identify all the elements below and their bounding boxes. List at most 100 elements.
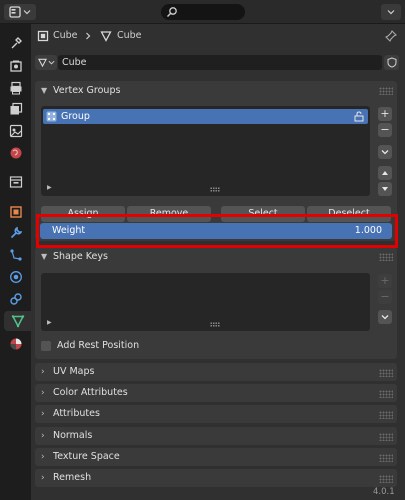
properties-tab-strip <box>0 24 31 500</box>
version-label: 4.0.1 <box>373 487 395 497</box>
move-down-button[interactable] <box>378 182 392 196</box>
chevron-right-icon: › <box>41 388 45 398</box>
tab-physics[interactable] <box>6 267 26 287</box>
chevron-down-icon <box>381 315 389 320</box>
highlight-box <box>36 214 398 248</box>
shape-key-specials-button[interactable] <box>378 310 392 324</box>
physics-icon <box>10 271 22 283</box>
vertex-group-icon <box>46 111 57 122</box>
add-rest-position-checkbox[interactable] <box>41 341 51 351</box>
resize-handle-icon[interactable] <box>210 187 220 192</box>
texture-space-title: Texture Space <box>53 451 120 462</box>
chevron-down-icon <box>48 60 54 65</box>
search-input[interactable] <box>161 4 245 20</box>
collection-icon <box>9 176 23 188</box>
remove-vertex-group-button[interactable]: − <box>378 123 392 137</box>
drag-grip-icon[interactable] <box>379 253 393 261</box>
shape-key-list[interactable]: ▶ <box>41 273 370 331</box>
tab-output[interactable] <box>6 78 26 98</box>
normals-panel[interactable]: › Normals <box>35 427 397 445</box>
attributes-panel[interactable]: › Attributes <box>35 405 397 423</box>
drag-grip-icon[interactable] <box>379 369 393 377</box>
constraints-icon <box>10 293 22 305</box>
drag-grip-icon[interactable] <box>379 475 393 483</box>
list-item[interactable]: Group <box>43 109 368 124</box>
shape-keys-title: Shape Keys <box>53 251 108 262</box>
move-up-button[interactable] <box>378 166 392 180</box>
material-icon <box>10 338 22 350</box>
color-attributes-title: Color Attributes <box>53 387 128 398</box>
uv-maps-panel[interactable]: › UV Maps <box>35 363 397 381</box>
object-icon <box>10 206 22 218</box>
shield-icon <box>386 57 397 68</box>
drag-grip-icon[interactable] <box>379 433 393 441</box>
tab-object[interactable] <box>6 202 26 222</box>
expand-filter-icon[interactable]: ▶ <box>47 184 52 191</box>
uv-maps-title: UV Maps <box>53 366 95 377</box>
drag-grip-icon[interactable] <box>379 87 393 95</box>
color-attributes-panel[interactable]: › Color Attributes <box>35 384 397 402</box>
particles-icon <box>10 249 22 261</box>
mesh-data-icon <box>11 315 24 328</box>
breadcrumb: Cube Cube <box>31 24 405 48</box>
tab-scene[interactable] <box>6 121 26 141</box>
texture-space-panel[interactable]: › Texture Space <box>35 448 397 466</box>
tab-particles[interactable] <box>6 245 26 265</box>
chevron-down-icon: ▼ <box>41 86 48 95</box>
drag-grip-icon[interactable] <box>379 390 393 398</box>
chevron-right-icon: › <box>41 367 45 377</box>
scene-icon <box>9 124 23 138</box>
mesh-data-icon <box>37 58 47 67</box>
tab-view-layer[interactable] <box>6 99 26 119</box>
chevron-right-icon: › <box>41 409 45 419</box>
tab-object-data[interactable] <box>4 311 31 331</box>
properties-editor-icon <box>9 6 21 18</box>
chevron-down-icon <box>381 150 389 155</box>
drag-grip-icon[interactable] <box>379 454 393 462</box>
chevron-down-icon <box>387 10 395 15</box>
resize-handle-icon[interactable] <box>210 322 220 327</box>
mesh-name-field[interactable]: Cube <box>58 55 382 70</box>
output-icon <box>10 81 22 95</box>
specials-menu-button[interactable] <box>378 145 392 159</box>
chevron-right-icon: › <box>41 473 45 483</box>
pin-icon[interactable] <box>385 30 397 42</box>
chevron-down-icon <box>23 10 31 15</box>
vertex-group-list[interactable]: Group ▶ <box>41 106 370 196</box>
mesh-datablock-row: Cube <box>31 54 405 72</box>
breadcrumb-data-name: Cube <box>117 30 142 41</box>
render-icon <box>10 60 22 72</box>
editor-type-button[interactable] <box>4 4 36 20</box>
chevron-down-icon: ▼ <box>41 252 48 261</box>
vertex-group-name: Group <box>61 111 90 122</box>
fake-user-button[interactable] <box>384 55 399 70</box>
tab-tool[interactable] <box>6 33 26 53</box>
attributes-title: Attributes <box>53 408 100 419</box>
breadcrumb-object-name: Cube <box>53 30 78 41</box>
browse-mesh-button[interactable] <box>35 55 57 70</box>
tab-collection[interactable] <box>6 172 26 192</box>
tab-modifiers[interactable] <box>6 223 26 243</box>
tab-constraints[interactable] <box>6 289 26 309</box>
tab-render[interactable] <box>6 56 26 76</box>
tab-material[interactable] <box>6 334 26 354</box>
vertex-groups-header[interactable]: ▼ Vertex Groups <box>35 81 397 101</box>
shape-keys-panel: ▼ Shape Keys ▶ + − Add Rest Position <box>35 247 397 359</box>
properties-main-area: Cube Cube Cube ▼ Vertex Groups Group ▶ +… <box>31 24 405 500</box>
tool-icon <box>11 37 22 49</box>
add-vertex-group-button[interactable]: + <box>378 107 392 121</box>
remove-shape-key-button[interactable]: − <box>378 290 392 304</box>
remesh-panel[interactable]: › Remesh <box>35 469 397 487</box>
chevron-right-icon: › <box>41 431 45 441</box>
expand-filter-icon[interactable]: ▶ <box>47 319 52 326</box>
triangle-down-icon <box>382 187 388 191</box>
add-rest-position-label: Add Rest Position <box>57 340 140 351</box>
options-dropdown-button[interactable] <box>381 4 401 20</box>
shape-keys-header[interactable]: ▼ Shape Keys <box>35 247 397 267</box>
tab-world[interactable] <box>6 143 26 163</box>
add-shape-key-button[interactable]: + <box>378 274 392 288</box>
drag-grip-icon[interactable] <box>379 411 393 419</box>
wrench-icon <box>10 226 23 239</box>
triangle-up-icon <box>382 171 388 175</box>
lock-icon[interactable] <box>353 111 365 122</box>
